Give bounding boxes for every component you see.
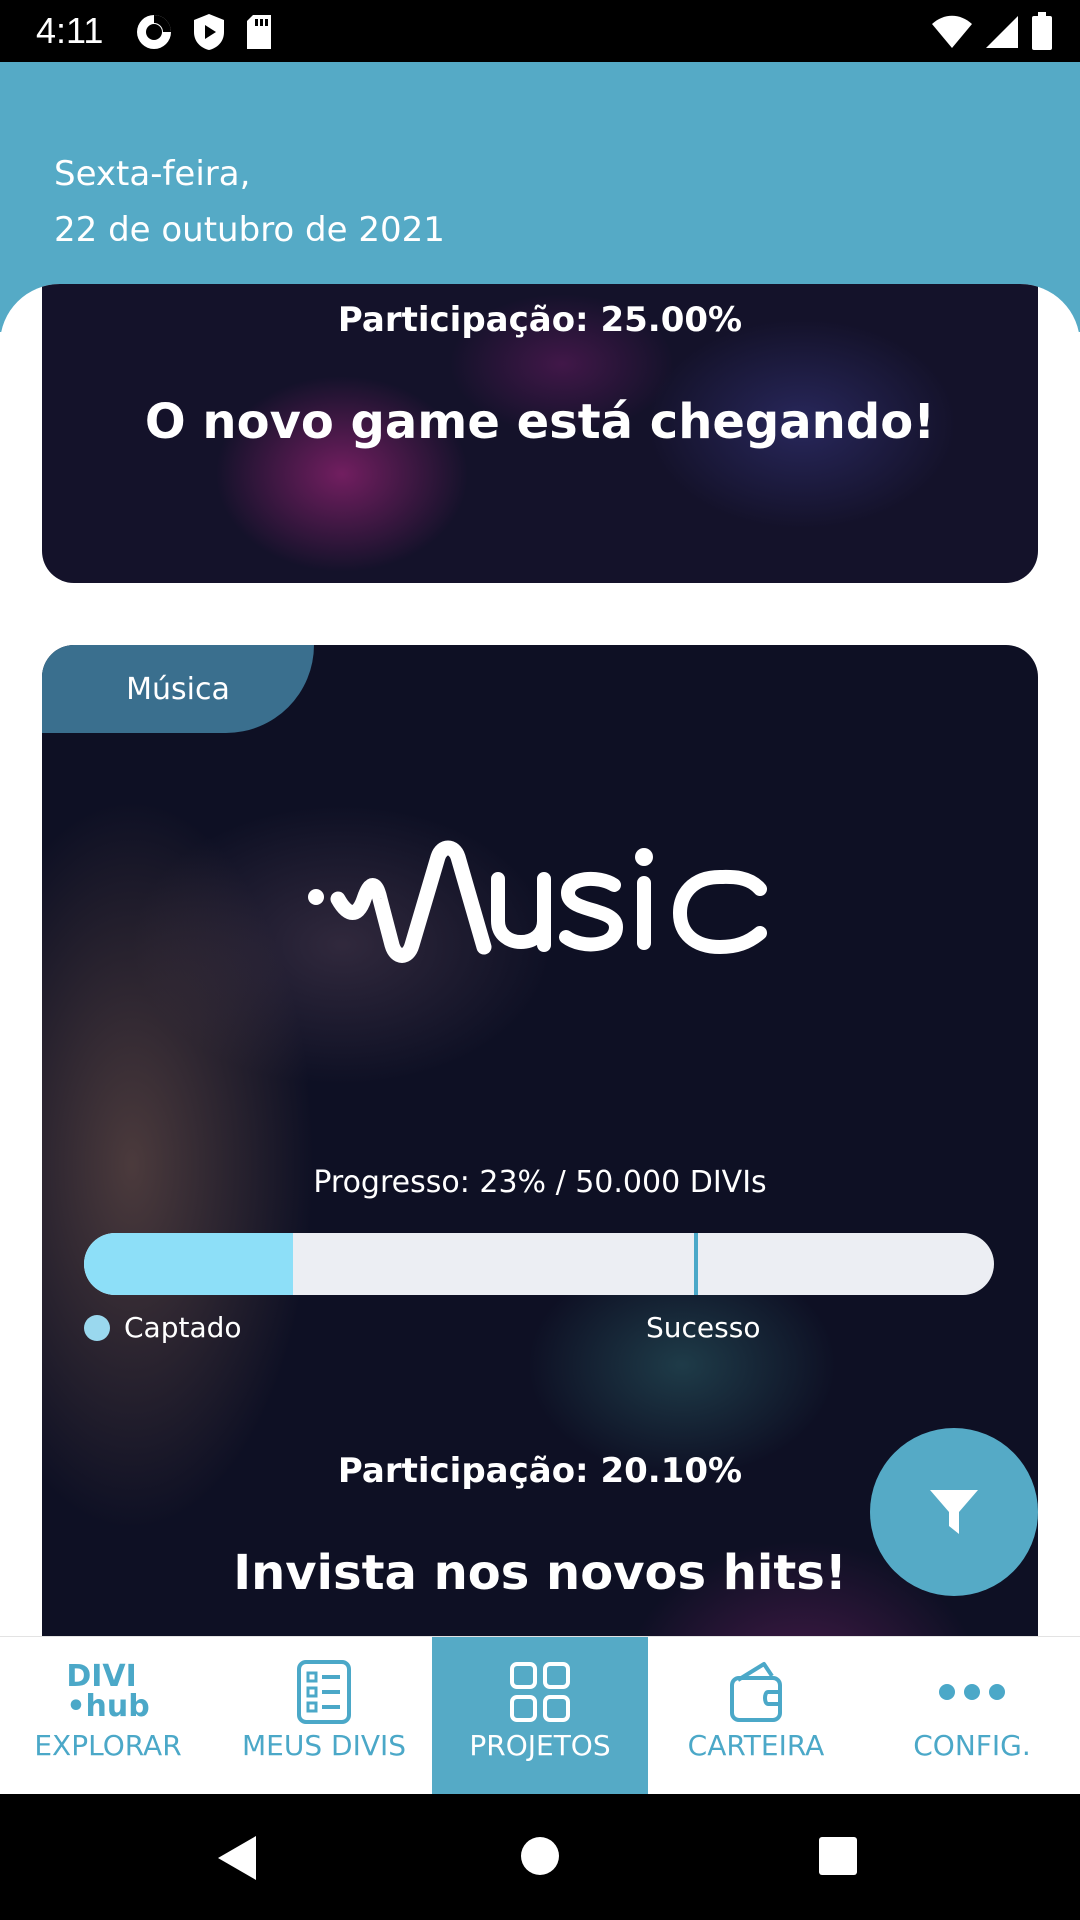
signal-icon [986,16,1018,48]
nav-explorar[interactable]: DIVI •hub EXPLORAR [0,1637,216,1795]
progress-label: Progresso: 23% / 50.000 DIVIs [313,1165,767,1200]
wallet-icon-wrap [648,1657,864,1727]
logo-line1: DIVI [66,1659,137,1694]
nav-carteira[interactable]: CARTEIRA [648,1637,864,1795]
home-icon[interactable] [520,1836,560,1876]
success-marker [693,1233,698,1295]
recents-icon[interactable] [818,1836,858,1876]
nav-meus-divis[interactable]: MEUS DIVIS [216,1637,432,1795]
nav-label: CONFIG. [913,1729,1031,1762]
nav-config[interactable]: CONFIG. [864,1637,1080,1795]
project-card-game[interactable]: Participação: 25.00% O novo game está ch… [42,284,1038,583]
shield-play-icon [194,14,224,50]
filter-button[interactable] [870,1428,1038,1596]
grid-icon [510,1662,570,1722]
status-system-icons [930,12,1054,52]
header-day: Sexta-feira, [54,154,251,194]
list-icon [297,1660,351,1724]
wifi-icon [932,15,972,48]
category-tag: Música [42,645,314,733]
battery-icon [1032,12,1052,50]
progress-bar [84,1233,994,1295]
legend-raised-label: Captado [124,1311,242,1344]
more-icon [939,1684,1005,1700]
more-icon-wrap [864,1657,1080,1727]
sync-app-icon [137,15,171,49]
back-icon[interactable] [216,1834,260,1882]
nav-label: PROJETOS [469,1729,611,1762]
divihub-logo: DIVI •hub [0,1657,216,1727]
header-full-date: 22 de outubro de 2021 [54,210,445,250]
status-bar: 4:11 [0,0,1080,62]
nav-projetos[interactable]: PROJETOS [432,1637,648,1795]
legend-raised-dot [84,1315,110,1341]
filter-icon [930,1490,978,1534]
nav-label: EXPLORAR [34,1729,182,1762]
sd-card-icon [247,15,271,49]
list-icon-wrap [216,1657,432,1727]
music-logo [308,840,767,963]
wallet-icon [730,1662,782,1722]
projects-list[interactable]: Participação: 25.00% O novo game está ch… [0,284,1080,1636]
system-nav-bar [0,1794,1080,1920]
bottom-nav: DIVI •hub EXPLORAR MEUS DIVIS PROJETOS C… [0,1636,1080,1795]
legend-success-label: Sucesso [646,1311,761,1344]
grid-icon-wrap [432,1657,648,1727]
card-headline: O novo game está chegando! [144,394,936,450]
logo-line2: •hub [66,1689,150,1724]
nav-label: MEUS DIVIS [241,1729,407,1762]
nav-label: CARTEIRA [687,1729,825,1762]
card-participation: Participação: 25.00% [337,300,743,340]
header-date: Sexta-feira, 22 de outubro de 2021 [54,146,445,258]
status-time: 4:11 [36,10,104,51]
progress-fill [84,1233,294,1295]
status-notification-icons [134,12,274,52]
